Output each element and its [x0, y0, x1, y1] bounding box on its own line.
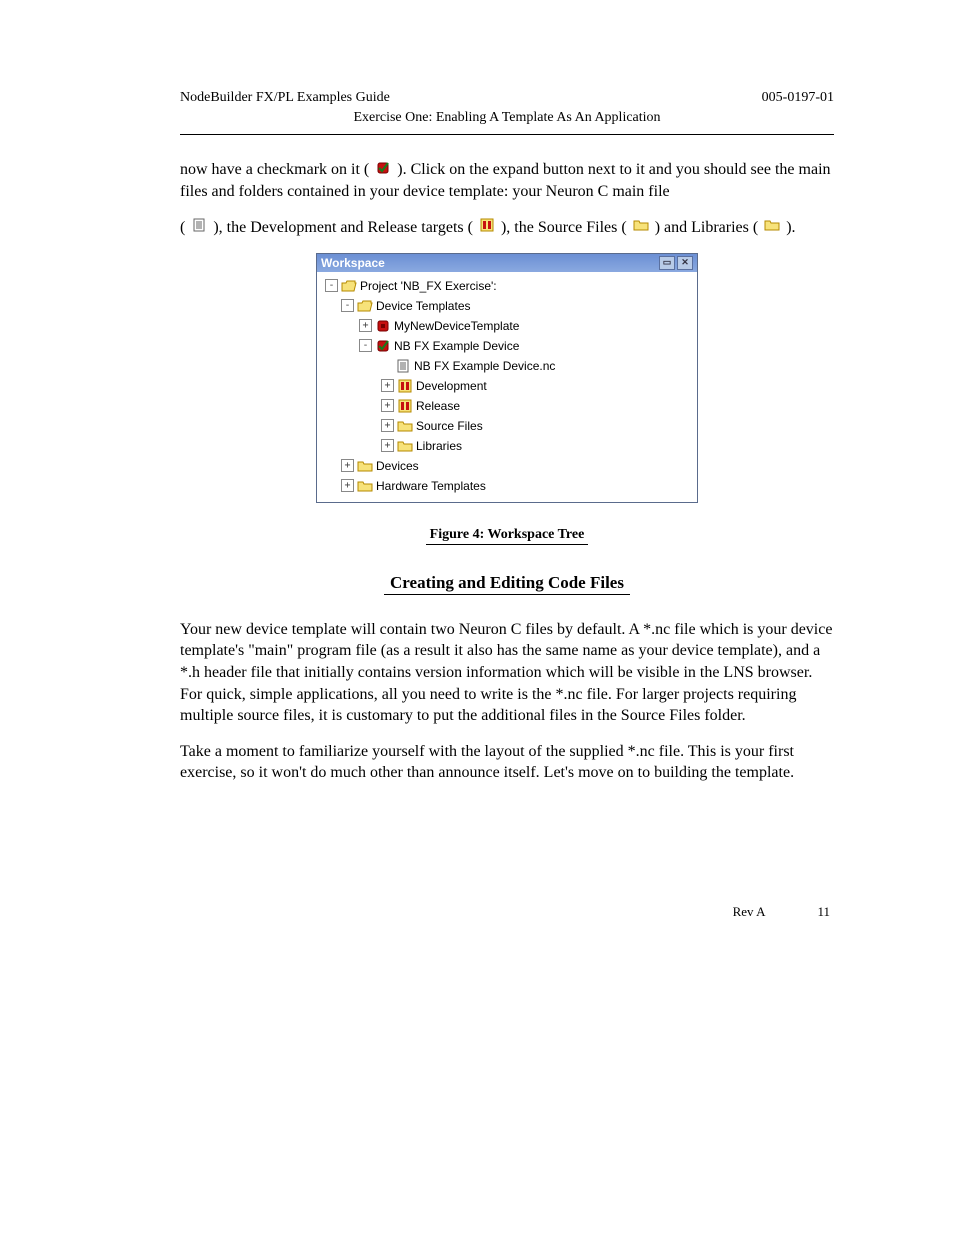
footer-page: 11	[817, 904, 830, 920]
minimize-icon[interactable]: ▭	[659, 256, 675, 270]
doc-icon	[191, 217, 207, 239]
collapse-icon[interactable]: -	[359, 339, 372, 352]
target-icon	[397, 379, 413, 393]
tree-label: Development	[416, 379, 487, 393]
folder-icon	[357, 479, 373, 493]
workspace-titlebar[interactable]: Workspace ▭ ✕	[317, 254, 697, 272]
tree-spacer	[381, 360, 392, 371]
tree-label: Project 'NB_FX Exercise':	[360, 279, 497, 293]
expand-icon[interactable]: +	[381, 399, 394, 412]
tree-label: Hardware Templates	[376, 479, 486, 493]
folder-icon	[397, 439, 413, 453]
tree-label: NB FX Example Device	[394, 339, 519, 353]
tree-node[interactable]: + Hardware Templates	[323, 476, 691, 496]
expand-icon[interactable]: +	[381, 419, 394, 432]
tree-node[interactable]: + Libraries	[323, 436, 691, 456]
folder-open-icon	[341, 279, 357, 293]
expand-icon[interactable]: +	[381, 379, 394, 392]
folder-open-icon	[357, 299, 373, 313]
workspace-tree[interactable]: -Project 'NB_FX Exercise':-Device Templa…	[317, 272, 697, 502]
tree-label: Release	[416, 399, 460, 413]
tree-node[interactable]: + Release	[323, 396, 691, 416]
header-left: NodeBuilder FX/PL Examples Guide	[180, 90, 390, 106]
folder-icon	[397, 419, 413, 433]
chip-red-icon	[375, 319, 391, 333]
section-heading: Creating and Editing Code Files	[180, 573, 834, 593]
tree-node[interactable]: + Source Files	[323, 416, 691, 436]
collapse-icon[interactable]: -	[325, 279, 338, 292]
figure-caption: Figure 4: Workspace Tree	[180, 527, 834, 543]
paragraph-icons: now have a checkmark on it ( ). Click on…	[180, 159, 834, 203]
folder-icon	[357, 459, 373, 473]
expand-icon[interactable]: +	[381, 439, 394, 452]
tree-node[interactable]: NB FX Example Device.nc	[323, 356, 691, 376]
target-icon	[397, 399, 413, 413]
tree-label: NB FX Example Device.nc	[414, 359, 555, 373]
chip-check-icon	[375, 160, 391, 182]
tree-node[interactable]: + Development	[323, 376, 691, 396]
tree-label: Devices	[376, 459, 419, 473]
tree-label: Libraries	[416, 439, 462, 453]
paragraph-icons-2: ( ), the Development and Release targets…	[180, 217, 834, 239]
doc-icon	[395, 359, 411, 373]
expand-icon[interactable]: +	[359, 319, 372, 332]
close-icon[interactable]: ✕	[677, 256, 693, 270]
tree-node[interactable]: - Device Templates	[323, 296, 691, 316]
header-right: 005-0197-01	[762, 90, 834, 106]
header-title: Exercise One: Enabling A Template As An …	[180, 110, 834, 126]
tree-node[interactable]: + Devices	[323, 456, 691, 476]
tree-node[interactable]: + MyNewDeviceTemplate	[323, 316, 691, 336]
tree-label: Source Files	[416, 419, 483, 433]
tree-label: MyNewDeviceTemplate	[394, 319, 519, 333]
tree-label: Device Templates	[376, 299, 471, 313]
expand-icon[interactable]: +	[341, 479, 354, 492]
folder-icon	[764, 217, 780, 239]
paragraph-code-2: Take a moment to familiarize yourself wi…	[180, 741, 834, 784]
page-footer: Rev A 11	[180, 904, 834, 920]
chip-check-icon	[375, 339, 391, 353]
target-icon	[479, 217, 495, 239]
footer-rev: Rev A	[733, 904, 766, 920]
paragraph-code-1: Your new device template will contain tw…	[180, 619, 834, 727]
workspace-panel: Workspace ▭ ✕ -Project 'NB_FX Exercise':…	[316, 253, 698, 503]
tree-node[interactable]: - Project 'NB_FX Exercise':	[323, 276, 691, 296]
workspace-title: Workspace	[321, 256, 385, 270]
expand-icon[interactable]: +	[341, 459, 354, 472]
page-header: NodeBuilder FX/PL Examples Guide 005-019…	[180, 90, 834, 106]
folder-icon	[633, 217, 649, 239]
collapse-icon[interactable]: -	[341, 299, 354, 312]
tree-node[interactable]: - NB FX Example Device	[323, 336, 691, 356]
header-rule	[180, 134, 834, 135]
